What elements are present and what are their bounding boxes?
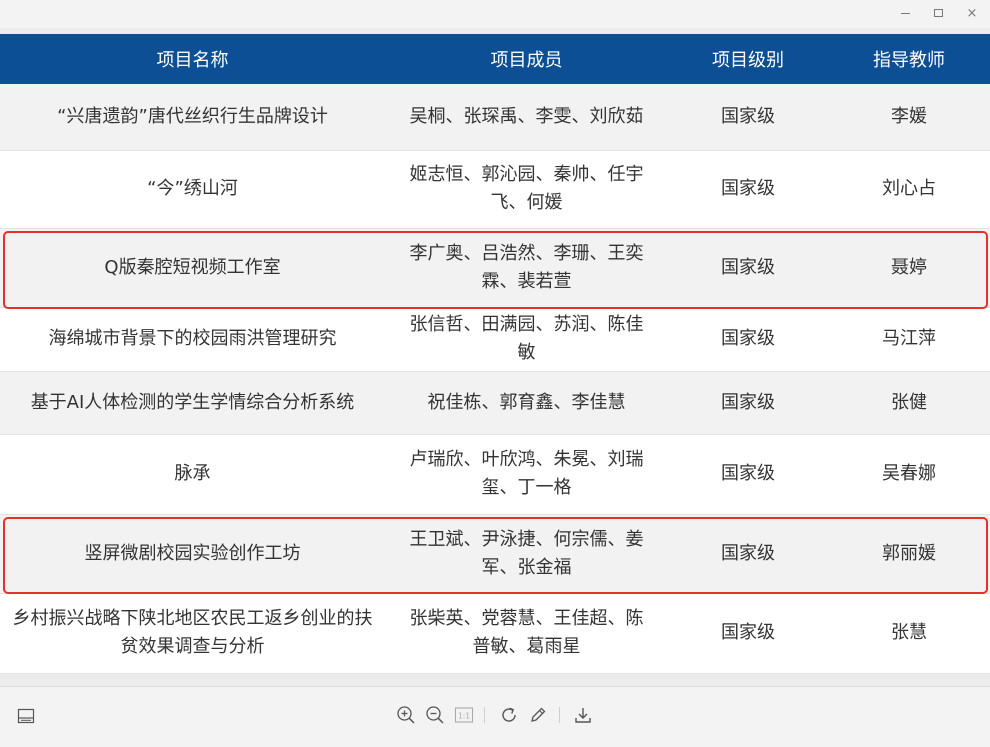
project-name-cell: 乡村振兴战略下陕北地区农民工返乡创业的扶贫效果调查与分析 bbox=[0, 593, 385, 674]
minimize-button[interactable] bbox=[890, 2, 920, 24]
thumbnail-panel-icon[interactable] bbox=[15, 705, 37, 727]
viewer-toolbar: 1:1 bbox=[0, 686, 990, 747]
level-cell: 国家级 bbox=[668, 307, 828, 372]
toolbar-divider bbox=[559, 707, 560, 723]
advisor-cell: 郭丽媛 bbox=[828, 514, 990, 594]
project-name-cell: Q版秦腔短视频工作室 bbox=[0, 228, 385, 308]
header-project-name: 项目名称 bbox=[0, 34, 385, 84]
download-icon[interactable] bbox=[572, 704, 594, 726]
maximize-icon bbox=[933, 9, 943, 17]
close-button[interactable]: × bbox=[957, 2, 987, 24]
edit-icon[interactable] bbox=[527, 704, 549, 726]
members-cell: 张柴英、党蓉慧、王佳超、陈普敏、葛雨星 bbox=[385, 593, 668, 674]
toolbar-divider bbox=[484, 707, 485, 723]
table-row: 脉承 卢瑞欣、叶欣鸿、朱冕、刘瑞玺、丁一格 国家级 吴春娜 bbox=[0, 434, 990, 515]
project-name-cell: 基于AI人体检测的学生学情综合分析系统 bbox=[0, 371, 385, 435]
members-cell: 张信哲、田满园、苏润、陈佳敏 bbox=[385, 307, 668, 372]
level-cell: 国家级 bbox=[668, 84, 828, 151]
advisor-cell: 张慧 bbox=[828, 593, 990, 674]
level-cell: 国家级 bbox=[668, 150, 828, 229]
project-name-cell: 海绵城市背景下的校园雨洪管理研究 bbox=[0, 307, 385, 372]
table-row: 竖屏微剧校园实验创作工坊 王卫斌、尹泳捷、何宗儒、姜军、张金福 国家级 郭丽媛 bbox=[0, 514, 990, 594]
page-fit-icon[interactable]: 1:1 bbox=[453, 704, 475, 726]
advisor-cell: 李媛 bbox=[828, 84, 990, 151]
image-viewport: 项目名称 项目成员 项目级别 指导教师 “兴唐遗韵”唐代丝织行生品牌设计 吴桐、… bbox=[0, 28, 990, 686]
project-name-cell: “今”绣山河 bbox=[0, 150, 385, 229]
level-cell: 国家级 bbox=[668, 434, 828, 515]
header-advisor: 指导教师 bbox=[828, 34, 990, 84]
level-cell: 国家级 bbox=[668, 228, 828, 308]
svg-text:1:1: 1:1 bbox=[458, 712, 470, 721]
level-cell: 国家级 bbox=[668, 514, 828, 594]
advisor-cell: 聂婷 bbox=[828, 228, 990, 308]
table-row: “兴唐遗韵”唐代丝织行生品牌设计 吴桐、张琛禹、李雯、刘欣茹 国家级 李媛 bbox=[0, 84, 990, 151]
members-cell: 祝佳栋、郭育鑫、李佳慧 bbox=[385, 371, 668, 435]
members-cell: 李广奥、吕浩然、李珊、王奕霖、裴若萱 bbox=[385, 228, 668, 308]
project-name-cell: 脉承 bbox=[0, 434, 385, 515]
advisor-cell: 吴春娜 bbox=[828, 434, 990, 515]
table-row: 海绵城市背景下的校园雨洪管理研究 张信哲、田满园、苏润、陈佳敏 国家级 马江萍 bbox=[0, 307, 990, 372]
project-name-cell: “兴唐遗韵”唐代丝织行生品牌设计 bbox=[0, 84, 385, 151]
header-project-members: 项目成员 bbox=[385, 34, 668, 84]
table-row: 基于AI人体检测的学生学情综合分析系统 祝佳栋、郭育鑫、李佳慧 国家级 张健 bbox=[0, 371, 990, 435]
zoom-in-icon[interactable] bbox=[395, 704, 417, 726]
maximize-button[interactable] bbox=[923, 2, 953, 24]
project-name-cell: 竖屏微剧校园实验创作工坊 bbox=[0, 514, 385, 594]
table-row: 乡村振兴战略下陕北地区农民工返乡创业的扶贫效果调查与分析 张柴英、党蓉慧、王佳超… bbox=[0, 593, 990, 674]
members-cell: 姬志恒、郭沁园、秦帅、任宇飞、何媛 bbox=[385, 150, 668, 229]
title-bar: × bbox=[0, 0, 990, 28]
members-cell: 王卫斌、尹泳捷、何宗儒、姜军、张金福 bbox=[385, 514, 668, 594]
project-table: 项目名称 项目成员 项目级别 指导教师 “兴唐遗韵”唐代丝织行生品牌设计 吴桐、… bbox=[0, 34, 990, 674]
level-cell: 国家级 bbox=[668, 371, 828, 435]
rotate-icon[interactable] bbox=[498, 704, 520, 726]
minimize-icon bbox=[900, 12, 910, 14]
table-row: Q版秦腔短视频工作室 李广奥、吕浩然、李珊、王奕霖、裴若萱 国家级 聂婷 bbox=[0, 228, 990, 308]
advisor-cell: 刘心占 bbox=[828, 150, 990, 229]
header-project-level: 项目级别 bbox=[668, 34, 828, 84]
advisor-cell: 张健 bbox=[828, 371, 990, 435]
members-cell: 卢瑞欣、叶欣鸿、朱冕、刘瑞玺、丁一格 bbox=[385, 434, 668, 515]
level-cell: 国家级 bbox=[668, 593, 828, 674]
advisor-cell: 马江萍 bbox=[828, 307, 990, 372]
table-row: “今”绣山河 姬志恒、郭沁园、秦帅、任宇飞、何媛 国家级 刘心占 bbox=[0, 150, 990, 229]
members-cell: 吴桐、张琛禹、李雯、刘欣茹 bbox=[385, 84, 668, 151]
close-icon: × bbox=[966, 5, 978, 21]
zoom-out-icon[interactable] bbox=[424, 704, 446, 726]
table-header-row: 项目名称 项目成员 项目级别 指导教师 bbox=[0, 34, 990, 84]
